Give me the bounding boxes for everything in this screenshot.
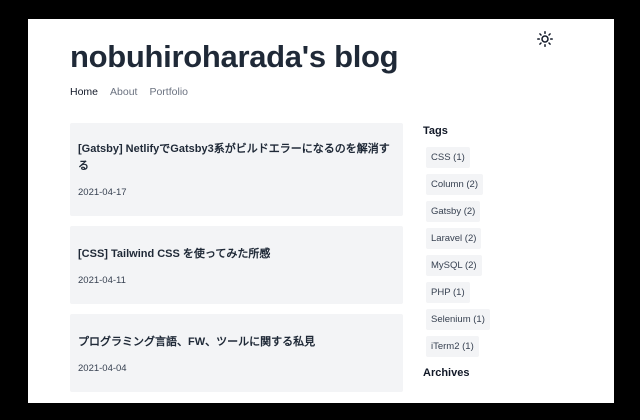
sun-icon	[537, 31, 553, 47]
tag-column[interactable]: Column (2)	[426, 174, 483, 195]
tag-css[interactable]: CSS (1)	[426, 147, 470, 168]
tag-laravel[interactable]: Laravel (2)	[426, 228, 482, 249]
site-title[interactable]: nobuhiroharada's blog	[70, 39, 399, 75]
tag-gatsby[interactable]: Gatsby (2)	[426, 201, 481, 222]
blog-page: nobuhiroharada's blog Home About Portfol…	[28, 19, 614, 403]
tag-iterm2[interactable]: iTerm2 (1)	[426, 336, 479, 357]
sidebar: Tags CSS (1) Column (2) Gatsby (2) Larav…	[423, 123, 593, 389]
post-title[interactable]: [CSS] Tailwind CSS を使ってみた所感	[78, 246, 395, 263]
nav-home-link[interactable]: Home	[70, 86, 98, 98]
main-nav: Home About Portfolio	[70, 86, 188, 98]
tag-mysql[interactable]: MySQL (2)	[426, 255, 482, 276]
post-title[interactable]: [Gatsby] NetlifyでGatsby3系がビルドエラーになるのを解消す…	[78, 141, 395, 175]
post-date: 2021-04-17	[78, 187, 127, 198]
nav-about-link[interactable]: About	[110, 86, 137, 98]
post-title[interactable]: プログラミング言語、FW、ツールに関する私見	[78, 334, 395, 351]
post-card[interactable]: [Gatsby] NetlifyでGatsby3系がビルドエラーになるのを解消す…	[70, 123, 403, 216]
tag-php[interactable]: PHP (1)	[426, 282, 470, 303]
nav-portfolio-link[interactable]: Portfolio	[149, 86, 188, 98]
archives-heading: Archives	[423, 367, 470, 379]
tags-heading: Tags	[423, 125, 448, 137]
post-date: 2021-04-04	[78, 363, 127, 374]
tag-selenium[interactable]: Selenium (1)	[426, 309, 490, 330]
post-list: [Gatsby] NetlifyでGatsby3系がビルドエラーになるのを解消す…	[70, 123, 403, 402]
post-card[interactable]: [CSS] Tailwind CSS を使ってみた所感 2021-04-11	[70, 226, 403, 304]
theme-toggle-button[interactable]	[535, 29, 555, 49]
post-date: 2021-04-11	[78, 275, 126, 286]
post-card[interactable]: プログラミング言語、FW、ツールに関する私見 2021-04-04	[70, 314, 403, 392]
